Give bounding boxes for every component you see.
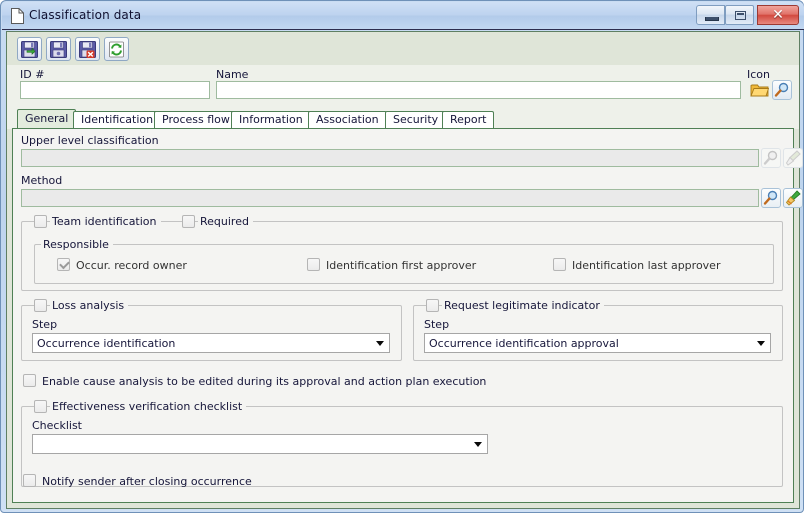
refresh-button[interactable] [104,37,129,61]
save-button[interactable] [46,37,71,61]
enable-cause-analysis-checkbox[interactable] [23,374,36,387]
enable-cause-analysis-label: Enable cause analysis to be edited durin… [42,375,487,388]
request-legitimate-step-combobox[interactable]: Occurrence identification approval [424,333,771,353]
tab-security[interactable]: Security [385,111,447,129]
request-legitimate-indicator-checkbox[interactable] [426,299,439,312]
tab-identification[interactable]: Identification [73,111,162,129]
floppy-disk-green-arrow-icon [21,41,38,58]
method-label: Method [21,174,63,187]
application-window: Classification data ✕ ID # Name Icon Gen… [0,0,804,513]
team-identification-legend: Team identification [50,215,161,228]
maximize-button[interactable] [725,5,754,25]
broom-icon-disabled [785,150,801,166]
request-legitimate-step-label: Step [424,318,450,331]
close-button[interactable]: ✕ [757,5,799,25]
restore-icon [735,11,746,20]
notify-sender-label: Notify sender after closing occurrence [42,475,252,488]
required-label: Required [198,215,253,228]
window-title: Classification data [29,8,142,22]
close-icon: ✕ [772,7,784,23]
title-bar[interactable]: Classification data ✕ [2,2,804,30]
minimize-icon [705,17,719,21]
minimize-button[interactable] [696,5,725,25]
upper-level-classification-field[interactable] [21,149,759,167]
request-legitimate-indicator-legend: Request legitimate indicator [442,299,604,312]
name-input[interactable] [216,81,741,99]
header-fields: ID # Name Icon [7,65,799,107]
tab-general[interactable]: General [17,109,77,129]
tab-information[interactable]: Information [231,111,311,129]
icon-label: Icon [747,68,770,81]
magnifier-icon [774,82,789,97]
loss-analysis-step-label: Step [32,318,58,331]
id-label: ID # [20,68,45,81]
floppy-disk-icon [50,41,67,58]
loss-analysis-step-value: Occurrence identification [37,337,176,350]
folder-icon[interactable] [750,81,769,99]
save-and-continue-button[interactable] [17,37,42,61]
chevron-down-icon [474,442,482,447]
upper-level-search-button[interactable] [761,148,781,168]
responsible-legend: Responsible [41,238,113,251]
effectiveness-verification-legend: Effectiveness verification checklist [50,400,247,413]
request-legitimate-indicator-fieldset: Request legitimate indicator Step Occurr… [413,299,783,361]
client-area: ID # Name Icon General Identification Pr… [6,31,803,509]
identification-last-approver-checkbox[interactable] [553,258,566,271]
tab-association[interactable]: Association [308,111,387,129]
method-search-button[interactable] [761,188,781,208]
occur-record-owner-checkbox[interactable] [57,258,70,271]
id-input[interactable] [20,81,210,99]
loss-analysis-legend: Loss analysis [50,299,129,312]
checklist-label: Checklist [32,419,82,432]
refresh-green-arrows-icon [109,41,124,58]
floppy-disk-red-x-icon [79,41,96,58]
tab-strip: General Identification Process flow Info… [7,107,799,129]
request-legitimate-step-value: Occurrence identification approval [429,337,619,350]
broom-icon [785,190,801,206]
occur-record-owner-label: Occur. record owner [76,259,187,272]
chevron-down-icon [376,341,384,346]
magnifier-icon [763,190,778,205]
name-label: Name [216,68,249,81]
chevron-down-icon [757,341,765,346]
upper-level-classification-label: Upper level classification [21,134,159,147]
toolbar [7,32,799,65]
notify-sender-checkbox[interactable] [23,474,36,487]
method-field[interactable] [21,189,759,207]
identification-first-approver-checkbox[interactable] [307,258,320,271]
delete-button[interactable] [75,37,100,61]
checklist-combobox[interactable] [32,434,488,454]
effectiveness-verification-checkbox[interactable] [34,400,47,413]
tab-page-general: Upper level classification Method Team i… [12,128,803,503]
upper-level-clear-button[interactable] [783,148,803,168]
team-identification-checkbox[interactable] [34,215,47,228]
tab-process-flow[interactable]: Process flow [154,111,238,129]
tab-report[interactable]: Report [442,111,495,129]
loss-analysis-step-combobox[interactable]: Occurrence identification [32,333,390,353]
identification-last-approver-label: Identification last approver [572,259,721,272]
responsible-fieldset: Responsible Occur. record owner Identifi… [34,238,774,284]
document-icon [11,8,24,24]
identification-first-approver-label: Identification first approver [326,259,477,272]
magnifier-icon-disabled [763,150,778,165]
team-identification-fieldset: Team identification Required Responsible… [21,215,783,291]
loss-analysis-checkbox[interactable] [34,299,47,312]
icon-search-button[interactable] [772,80,792,100]
method-clear-button[interactable] [783,188,803,208]
required-checkbox[interactable] [182,215,195,228]
loss-analysis-fieldset: Loss analysis Step Occurrence identifica… [21,299,402,361]
